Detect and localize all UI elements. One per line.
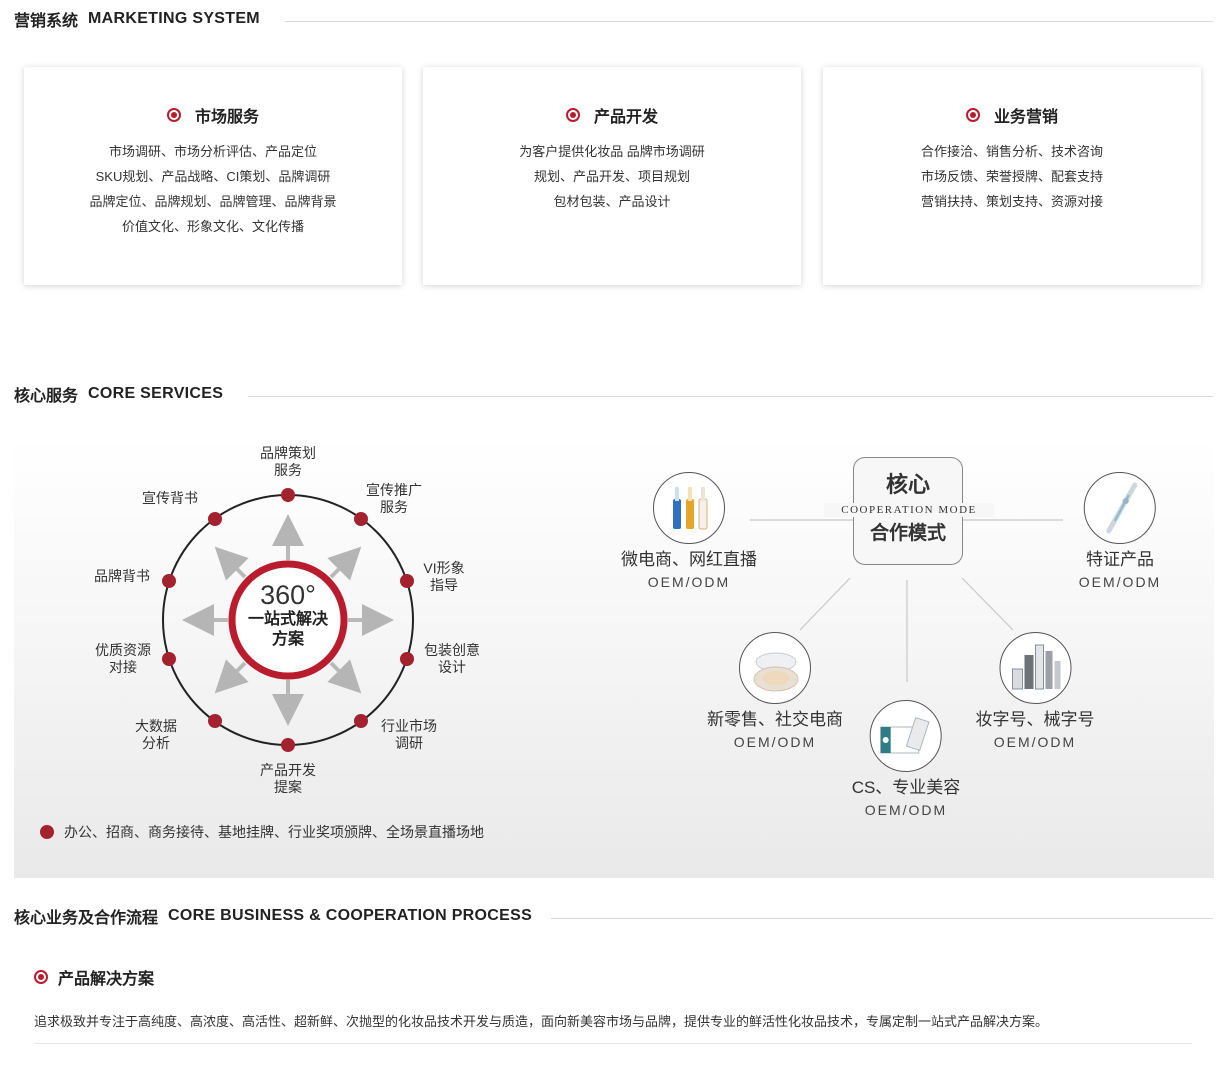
business-subtitle: 产品解决方案	[34, 965, 154, 989]
coop-center-badge: 核心 COOPERATION MODE 合作模式	[824, 457, 994, 565]
coop-item-name: 妆字号、械字号	[975, 710, 1095, 729]
wheel-center-text: 360° 一站式解决 方案	[232, 580, 344, 650]
section-title-core-business: 核心业务及合作流程 CORE BUSINESS & COOPERATION PR…	[14, 904, 532, 928]
cushion-icon	[739, 632, 811, 704]
wheel-label-vi-guide: VI形象 指导	[423, 560, 465, 593]
coop-center-subtitle: COOPERATION MODE	[824, 503, 994, 517]
business-title: 产品解决方案	[58, 971, 155, 988]
wheel-center-line: 一站式解决	[247, 611, 328, 628]
coop-center-title2: 合作模式	[869, 523, 946, 544]
business-divider	[34, 1043, 1192, 1044]
coop-item-name: CS、专业美容	[851, 778, 961, 797]
legend-dot-icon	[40, 825, 54, 839]
target-icon	[34, 970, 48, 984]
ampoule-icon	[653, 472, 725, 544]
wheel-center-degree: 360°	[260, 580, 316, 610]
wheel-center-line: 方案	[271, 631, 304, 648]
coop-item-sub: OEM/ODM	[993, 734, 1077, 750]
business-description: 追求极致并专注于高纯度、高浓度、高活性、超新鲜、次抛型的化妆品技术开发与质造，面…	[34, 1014, 1049, 1029]
pen-icon	[1083, 472, 1156, 544]
coop-item-sub: OEM/ODM	[1078, 574, 1162, 590]
coop-item-cs-beauty: CS、专业美容 OEM/ODM	[851, 700, 961, 819]
wheel-label-publicity-endorse: 宣传背书	[142, 490, 198, 506]
coop-item-name: 新零售、社交电商	[707, 710, 843, 729]
coop-item-new-retail: 新零售、社交电商 OEM/ODM	[707, 632, 843, 751]
section-title-en: CORE BUSINESS & COOPERATION PROCESS	[168, 907, 533, 924]
coop-item-sub: OEM/ODM	[864, 802, 948, 818]
wheel-label-big-data: 大数据 分析	[135, 718, 177, 751]
coop-item-sub: OEM/ODM	[647, 574, 731, 590]
coop-item-cosmetic-device: 妆字号、械字号 OEM/ODM	[976, 632, 1095, 751]
legend-text: 办公、招商、商务接待、基地挂牌、行业奖项颁牌、全场景直播场地	[64, 824, 484, 840]
wheel-legend: 办公、招商、商务接待、基地挂牌、行业奖项颁牌、全场景直播场地	[40, 822, 484, 842]
wheel-label-product-dev: 产品开发 提案	[260, 762, 316, 795]
coop-item-sub: OEM/ODM	[733, 734, 817, 750]
coop-center-title: 核心	[885, 472, 930, 497]
mask-box-icon	[870, 700, 942, 772]
wheel-label-resources: 优质资源 对接	[95, 642, 151, 675]
coop-item-name: 微电商、网红直播	[621, 550, 757, 569]
wheel-label-brand-planning: 品牌策划 服务	[260, 445, 316, 478]
wheel-label-packaging: 包装创意 设计	[424, 642, 480, 675]
wheel-label-market-research: 行业市场 调研	[381, 718, 437, 751]
section-title-zh: 核心业务及合作流程	[14, 910, 159, 927]
bottles-icon	[999, 632, 1071, 704]
wheel-label-brand-endorse: 品牌背书	[94, 568, 150, 584]
coop-item-micro-ecommerce: 微电商、网红直播 OEM/ODM	[621, 472, 757, 591]
wheel-label-promotion: 宣传推广 服务	[366, 482, 422, 515]
section-divider	[551, 918, 1213, 919]
coop-item-name: 特证产品	[1085, 550, 1154, 569]
coop-item-special-cert: 特证产品 OEM/ODM	[1079, 472, 1161, 591]
